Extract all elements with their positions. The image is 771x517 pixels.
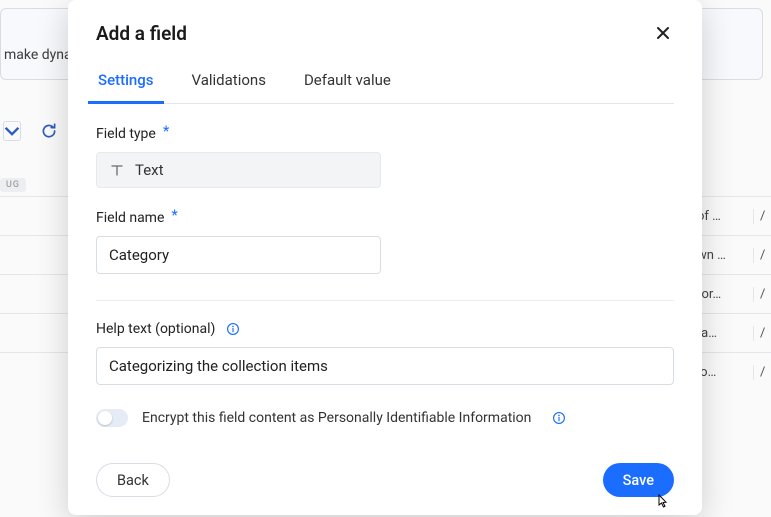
modal-title: Add a field xyxy=(96,22,187,45)
field-name-section: Field name * xyxy=(96,210,674,274)
encrypt-label: Encrypt this field content as Personally… xyxy=(142,410,531,426)
modal-header: Add a field xyxy=(96,22,674,45)
field-name-input[interactable] xyxy=(96,236,381,274)
help-text-section: Help text (optional) xyxy=(96,321,674,385)
field-name-label: Field name xyxy=(96,210,164,226)
field-type-selector[interactable]: Text xyxy=(96,152,381,188)
field-type-value: Text xyxy=(135,161,164,179)
save-button[interactable]: Save xyxy=(603,463,674,497)
close-icon xyxy=(655,25,671,41)
help-text-input[interactable] xyxy=(96,347,674,385)
modal-tabs: Settings Validations Default value xyxy=(96,71,674,104)
help-text-label: Help text (optional) xyxy=(96,321,215,337)
encrypt-toggle[interactable] xyxy=(96,409,128,427)
info-icon[interactable] xyxy=(551,411,566,426)
section-divider xyxy=(96,300,674,301)
tab-settings[interactable]: Settings xyxy=(96,71,156,103)
tab-default-value[interactable]: Default value xyxy=(302,71,393,103)
add-field-modal: Add a field Settings Validations Default… xyxy=(68,0,702,515)
field-type-label-row: Field type * xyxy=(96,126,674,142)
modal-footer: Back Save xyxy=(96,445,674,497)
tab-validations[interactable]: Validations xyxy=(190,71,268,103)
encrypt-row: Encrypt this field content as Personally… xyxy=(96,409,674,427)
back-button[interactable]: Back xyxy=(96,463,170,497)
field-type-section: Field type * Text xyxy=(96,126,674,188)
field-name-label-row: Field name * xyxy=(96,210,674,226)
help-text-label-row: Help text (optional) xyxy=(96,321,674,337)
modal-overlay: Add a field Settings Validations Default… xyxy=(0,0,771,517)
info-icon[interactable] xyxy=(225,322,240,337)
close-button[interactable] xyxy=(652,22,674,44)
text-type-icon xyxy=(109,162,125,178)
field-type-label: Field type xyxy=(96,126,156,142)
